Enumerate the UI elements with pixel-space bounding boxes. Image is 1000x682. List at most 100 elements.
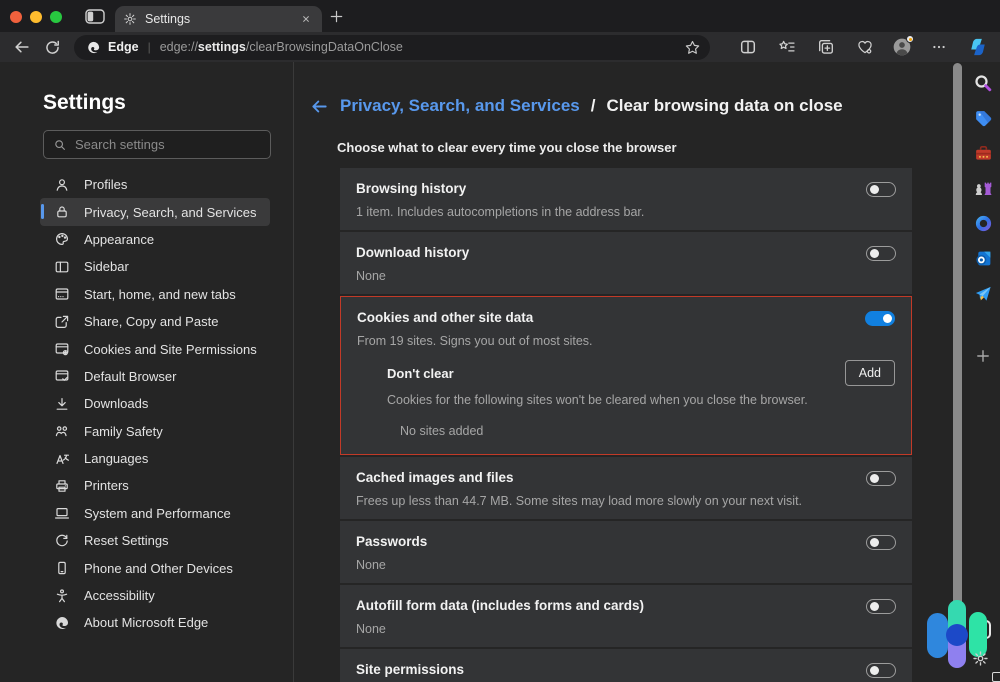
new-tab-button[interactable]	[329, 9, 344, 24]
more-options-icon[interactable]	[927, 35, 951, 59]
lock-icon	[54, 204, 70, 220]
row-description: From 19 sites. Signs you out of most sit…	[357, 334, 593, 348]
settings-row-browsing-history: Browsing history 1 item. Includes autoco…	[340, 168, 912, 230]
row-title: Site permissions	[356, 660, 464, 677]
printer-icon	[54, 478, 70, 494]
tab-title: Settings	[145, 12, 298, 26]
address-bar[interactable]: Edge | edge://settings/clearBrowsingData…	[74, 35, 710, 60]
toggle-switch[interactable]	[866, 471, 896, 486]
toggle-switch[interactable]	[866, 182, 896, 197]
browser-check-icon	[54, 368, 70, 384]
toggle-switch[interactable]	[865, 311, 895, 326]
browser-essentials-icon[interactable]	[853, 35, 877, 59]
split-screen-icon[interactable]	[736, 35, 760, 59]
favorites-bar-icon[interactable]	[775, 35, 799, 59]
laptop-icon	[54, 505, 70, 521]
shopping-icon[interactable]	[972, 107, 994, 129]
tab-close-icon[interactable]	[298, 11, 314, 27]
sidebar-item-start-home-and-new-tabs[interactable]: Start, home, and new tabs	[40, 281, 270, 308]
sidebar-item-profiles[interactable]: Profiles	[40, 171, 270, 198]
search-icon[interactable]	[972, 72, 994, 94]
page-title: Clear browsing data on close	[606, 96, 842, 116]
sidebar-icon	[54, 259, 70, 275]
search-input[interactable]	[75, 137, 261, 152]
cookies-icon	[54, 341, 70, 357]
site-chip-label: Edge	[108, 40, 139, 54]
edge-icon	[54, 615, 70, 631]
url-text: edge://settings/clearBrowsingDataOnClose	[160, 40, 403, 54]
tabs-icon	[54, 286, 70, 302]
settings-sidebar: Settings Profiles Privacy, Search, and S…	[0, 62, 294, 682]
sidebar-item-accessibility[interactable]: Accessibility	[40, 582, 270, 609]
phone-icon	[54, 560, 70, 576]
row-title: Cookies and other site data	[357, 308, 593, 325]
settings-row-cookies-and-other-site-data: Cookies and other site data From 19 site…	[340, 296, 912, 455]
add-to-sidebar-icon[interactable]	[972, 345, 994, 367]
row-description: None	[356, 558, 427, 572]
maximize-window-button[interactable]	[50, 11, 62, 23]
profile-avatar[interactable]	[892, 37, 912, 57]
outlook-icon[interactable]	[972, 247, 994, 269]
download-icon	[54, 396, 70, 412]
sidebar-item-share-copy-and-paste[interactable]: Share, Copy and Paste	[40, 308, 270, 335]
sidebar-item-appearance[interactable]: Appearance	[40, 226, 270, 253]
scrollbar-thumb[interactable]	[953, 63, 962, 641]
window-controls	[10, 11, 62, 23]
toggle-switch[interactable]	[866, 599, 896, 614]
sidebar-item-privacy-search-and-services[interactable]: Privacy, Search, and Services	[40, 198, 270, 225]
sidebar-item-phone-and-other-devices[interactable]: Phone and Other Devices	[40, 554, 270, 581]
toggle-switch[interactable]	[866, 663, 896, 678]
corner-partial-icon	[992, 672, 1000, 682]
sidebar-item-family-safety[interactable]: Family Safety	[40, 418, 270, 445]
copilot-icon[interactable]	[966, 35, 990, 59]
drop-icon[interactable]	[972, 282, 994, 304]
games-icon[interactable]	[972, 177, 994, 199]
accessibility-icon	[54, 588, 70, 604]
row-title: Download history	[356, 243, 469, 260]
family-icon	[54, 423, 70, 439]
tab-layout-icon[interactable]	[85, 9, 105, 24]
sidebar-settings-icon[interactable]	[972, 650, 990, 668]
row-description: 1 item. Includes autocompletions in the …	[356, 205, 644, 219]
settings-row-cached-images-and-files: Cached images and files Frees up less th…	[340, 457, 912, 519]
toggle-switch[interactable]	[866, 246, 896, 261]
microsoft-365-icon[interactable]	[972, 212, 994, 234]
tools-icon[interactable]	[972, 142, 994, 164]
sidebar-item-languages[interactable]: Languages	[40, 445, 270, 472]
back-arrow-icon[interactable]	[310, 97, 329, 116]
toggle-switch[interactable]	[866, 535, 896, 550]
add-button[interactable]: Add	[845, 360, 895, 386]
settings-row-site-permissions: Site permissions None	[340, 649, 912, 682]
close-window-button[interactable]	[10, 11, 22, 23]
settings-search-box[interactable]	[43, 130, 271, 159]
sidebar-item-default-browser[interactable]: Default Browser	[40, 363, 270, 390]
languages-icon	[54, 451, 70, 467]
person-icon	[54, 177, 70, 193]
row-title: Passwords	[356, 532, 427, 549]
sub-section-title: Don't clear	[387, 366, 454, 381]
breadcrumb-parent[interactable]: Privacy, Search, and Services	[340, 96, 580, 116]
selected-indicator	[41, 204, 44, 219]
settings-main: Privacy, Search, and Services / Clear br…	[294, 62, 1000, 682]
refresh-icon[interactable]	[40, 35, 64, 59]
palette-icon	[54, 231, 70, 247]
browser-tab-settings[interactable]: Settings	[115, 6, 322, 32]
collections-icon[interactable]	[814, 35, 838, 59]
back-icon[interactable]	[10, 35, 34, 59]
sidebar-item-sidebar[interactable]: Sidebar	[40, 253, 270, 280]
page-content: Settings Profiles Privacy, Search, and S…	[0, 62, 1000, 682]
sidebar-item-downloads[interactable]: Downloads	[40, 390, 270, 417]
titlebar: Settings	[0, 0, 1000, 32]
sidebar-item-about-microsoft-edge[interactable]: About Microsoft Edge	[40, 609, 270, 636]
sidebar-item-printers[interactable]: Printers	[40, 472, 270, 499]
breadcrumb-separator: /	[591, 96, 596, 116]
minimize-window-button[interactable]	[30, 11, 42, 23]
favorite-star-icon[interactable]	[680, 35, 704, 59]
sidebar-item-cookies-and-site-permissions[interactable]: Cookies and Site Permissions	[40, 335, 270, 362]
edge-logo-icon	[86, 40, 101, 55]
settings-row-autofill-form-data-includes-forms-and-cards: Autofill form data (includes forms and c…	[340, 585, 912, 647]
sidebar-item-reset-settings[interactable]: Reset Settings	[40, 527, 270, 554]
sidebar-item-system-and-performance[interactable]: System and Performance	[40, 500, 270, 527]
app-overlay-pill-blue	[927, 613, 948, 658]
chip-divider: |	[148, 40, 151, 54]
